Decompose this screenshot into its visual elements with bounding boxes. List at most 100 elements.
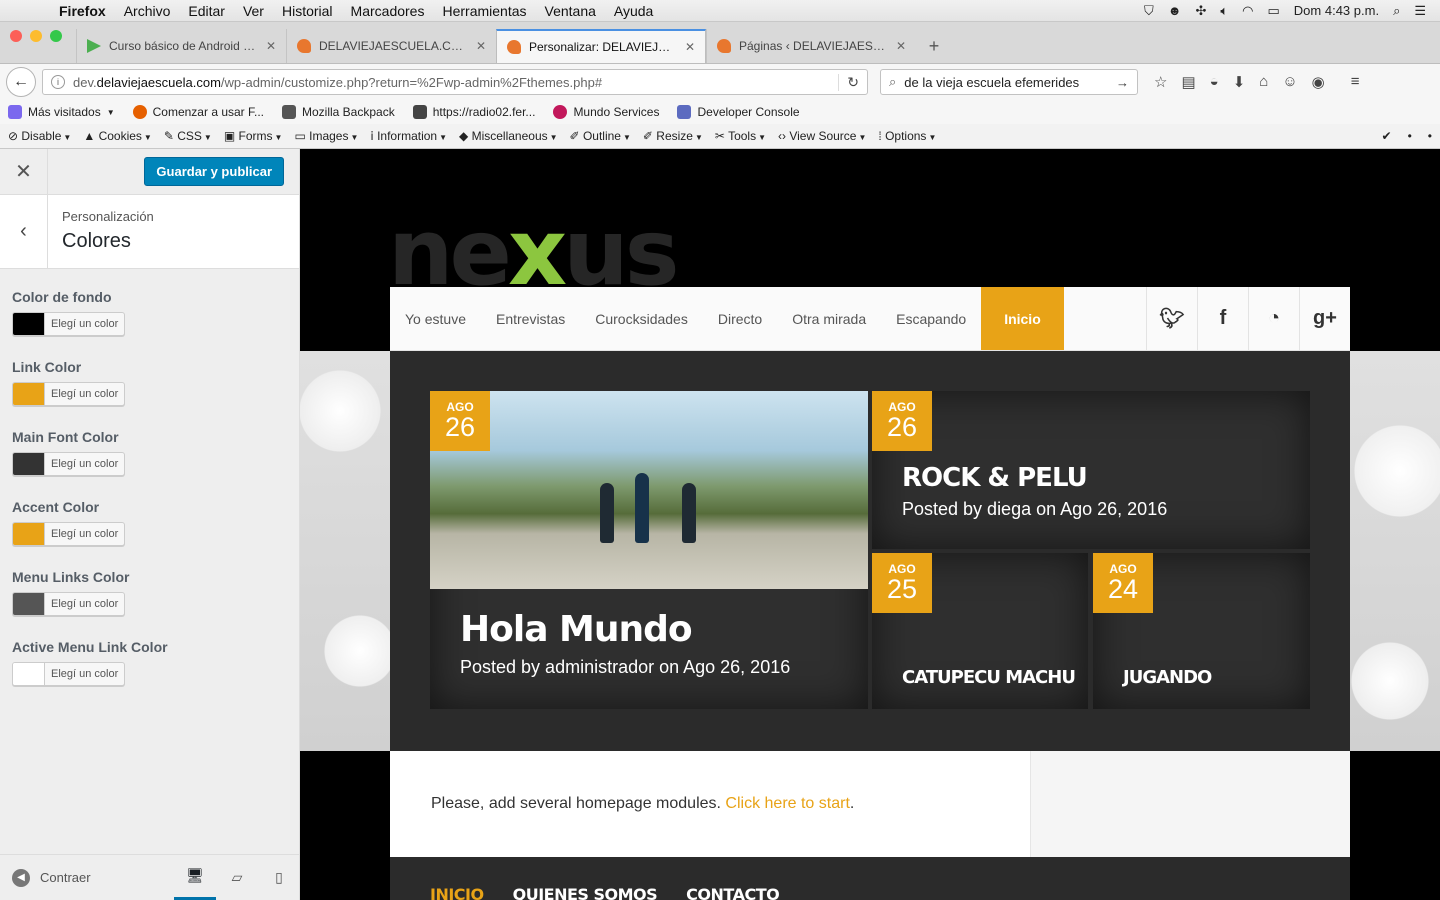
menu-ventana[interactable]: Ventana: [536, 3, 605, 19]
close-tab-icon[interactable]: ✕: [476, 39, 486, 53]
bookmark-mas-visitados[interactable]: Más visitados ▼: [8, 105, 115, 119]
color-picker-button[interactable]: Elegí un color: [12, 662, 126, 686]
tab-personalizar[interactable]: Personalizar: DELAVIEJAES... ✕: [496, 29, 706, 63]
wifi-icon[interactable]: ◠: [1242, 3, 1253, 19]
menu-ver[interactable]: Ver: [234, 3, 273, 19]
menu-herramientas[interactable]: Herramientas: [433, 3, 535, 19]
tab-curso-android[interactable]: Curso básico de Android | ... ✕: [76, 29, 286, 63]
post-card-hola-mundo[interactable]: AGO 26 Hola Mundo Posted by administrador…: [430, 391, 868, 709]
devtool-options[interactable]: ⁞ Options ▼: [878, 129, 936, 143]
close-icon[interactable]: ✕: [0, 148, 48, 195]
collapse-label[interactable]: Contraer: [40, 870, 91, 885]
url-bar[interactable]: i dev. delaviejaescuela.com/wp-admin/cust…: [42, 69, 868, 95]
color-picker-button[interactable]: Elegí un color: [12, 452, 126, 476]
bookmark-developer-console[interactable]: Developer Console: [677, 105, 800, 119]
close-tab-icon[interactable]: ✕: [896, 39, 906, 53]
extension-icon[interactable]: ◉: [1312, 73, 1325, 91]
devtool-images[interactable]: ▭ Images ▼: [294, 129, 358, 143]
reader-list-icon[interactable]: ▤: [1181, 73, 1195, 91]
desktop-preview-icon[interactable]: 🖥︎: [174, 855, 216, 900]
menu-marcadores[interactable]: Marcadores: [342, 3, 434, 19]
menu-app[interactable]: Firefox: [50, 3, 115, 19]
nav-inicio[interactable]: Inicio: [981, 287, 1064, 350]
devtool-css[interactable]: ✎ CSS ▼: [164, 129, 212, 143]
nav-yo-estuve[interactable]: Yo estuve: [390, 287, 481, 350]
hamburger-menu-icon[interactable]: ≡: [1351, 73, 1360, 91]
bookmark-mozilla-backpack[interactable]: Mozilla Backpack: [282, 105, 395, 119]
new-tab-button[interactable]: +: [916, 29, 952, 63]
close-tab-icon[interactable]: ✕: [266, 39, 276, 53]
nav-entrevistas[interactable]: Entrevistas: [481, 287, 580, 350]
battery-icon[interactable]: ▭: [1268, 3, 1280, 19]
devtool-outline[interactable]: ✐ Outline ▼: [570, 129, 631, 143]
footer-link-inicio[interactable]: INICIO: [430, 885, 484, 900]
google-plus-icon[interactable]: g+: [1299, 287, 1350, 350]
nav-directo[interactable]: Directo: [703, 287, 777, 350]
menu-ayuda[interactable]: Ayuda: [605, 3, 662, 19]
color-picker-button[interactable]: Elegí un color: [12, 382, 126, 406]
spotlight-icon[interactable]: ⌕: [1393, 3, 1400, 19]
tab-delaviejaescuela[interactable]: DELAVIEJAESCUELA.COM ✕: [286, 29, 496, 63]
devtool-tools[interactable]: ✂ Tools ▼: [715, 129, 766, 143]
click-here-link[interactable]: Click here to start: [725, 795, 849, 812]
devtool-forms[interactable]: ▣ Forms ▼: [224, 129, 283, 143]
bookmark-mundo-services[interactable]: Mundo Services: [553, 105, 659, 119]
devtool-resize[interactable]: ✐ Resize ▼: [643, 129, 703, 143]
tablet-preview-icon[interactable]: ▱: [216, 855, 258, 900]
rss-icon[interactable]: ◔: [1248, 287, 1299, 350]
menu-historial[interactable]: Historial: [273, 3, 342, 19]
zoom-window-button[interactable]: [50, 29, 62, 42]
pinwheel-icon[interactable]: ✣: [1195, 3, 1206, 19]
close-tab-icon[interactable]: ✕: [685, 40, 695, 54]
notification-center-icon[interactable]: ☰: [1414, 3, 1426, 19]
back-chevron-icon[interactable]: ‹: [0, 195, 48, 268]
tab-paginas[interactable]: Páginas ‹ DELAVIEJAESCU... ✕: [706, 29, 916, 63]
post-card-catupecu-machu[interactable]: AGO 25 CATUPECU MACHU: [872, 553, 1088, 709]
clock[interactable]: Dom 4:43 p.m.: [1294, 3, 1379, 18]
collapse-icon[interactable]: ◀: [12, 868, 30, 887]
ghost-icon[interactable]: ☻: [1168, 3, 1182, 18]
bookmark-radio02[interactable]: https://radio02.fer...: [412, 105, 535, 119]
search-go-icon[interactable]: →: [1116, 75, 1129, 90]
search-input[interactable]: ⌕ de la vieja escuela efemerides →: [880, 69, 1138, 95]
footer-link-contacto[interactable]: CONTACTO: [686, 885, 780, 900]
bookmark-comenzar[interactable]: Comenzar a usar F...: [132, 105, 264, 119]
color-picker-button[interactable]: Elegí un color: [12, 312, 126, 336]
facebook-icon[interactable]: f: [1197, 287, 1248, 350]
nav-escapando[interactable]: Escapando: [881, 287, 981, 350]
post-title[interactable]: CATUPECU MACHU: [902, 667, 1076, 688]
shield-icon[interactable]: ⛉: [1144, 3, 1154, 19]
post-title[interactable]: JUGANDO: [1123, 667, 1212, 688]
close-window-button[interactable]: [10, 29, 22, 42]
publish-button[interactable]: Guardar y publicar: [144, 157, 284, 186]
dot-icon[interactable]: •: [1408, 129, 1412, 143]
post-title[interactable]: ROCK & PELU: [902, 463, 1088, 493]
site-logo[interactable]: nexus: [388, 207, 680, 299]
footer-link-quienes-somos[interactable]: QUIENES SOMOS: [513, 885, 658, 900]
minimize-window-button[interactable]: [30, 29, 42, 42]
post-card-rock-pelu[interactable]: AGO 26 ROCK & PELU Posted by diega on Ago…: [872, 391, 1310, 549]
color-picker-button[interactable]: Elegí un color: [12, 592, 126, 616]
color-picker-button[interactable]: Elegí un color: [12, 522, 126, 546]
back-button[interactable]: ←: [6, 67, 36, 97]
dot-icon[interactable]: •: [1428, 129, 1432, 143]
pocket-icon[interactable]: ◒: [1210, 73, 1219, 91]
home-icon[interactable]: ⌂: [1259, 73, 1268, 91]
twitter-icon[interactable]: 🐦︎: [1146, 287, 1197, 350]
nav-otra-mirada[interactable]: Otra mirada: [777, 287, 881, 350]
hello-icon[interactable]: ☺: [1282, 73, 1297, 91]
devtool-information[interactable]: ⅰ Information ▼: [370, 129, 447, 143]
volume-icon[interactable]: 🔈︎: [1220, 3, 1228, 19]
bookmark-star-icon[interactable]: ☆: [1154, 73, 1167, 91]
devtool-disable[interactable]: ⊘ Disable ▼: [8, 129, 71, 143]
nav-curocksidades[interactable]: Curocksidades: [580, 287, 703, 350]
site-info-icon[interactable]: i: [51, 75, 65, 89]
post-title[interactable]: Hola Mundo: [460, 609, 693, 650]
reload-icon[interactable]: ↻: [838, 73, 859, 91]
checkmark-icon[interactable]: ✔: [1382, 129, 1392, 143]
post-photo[interactable]: [430, 391, 868, 589]
mobile-preview-icon[interactable]: ▯: [258, 855, 300, 900]
menu-archivo[interactable]: Archivo: [115, 3, 180, 19]
menu-editar[interactable]: Editar: [179, 3, 234, 19]
devtool-view-source[interactable]: ‹› View Source ▼: [778, 129, 866, 143]
